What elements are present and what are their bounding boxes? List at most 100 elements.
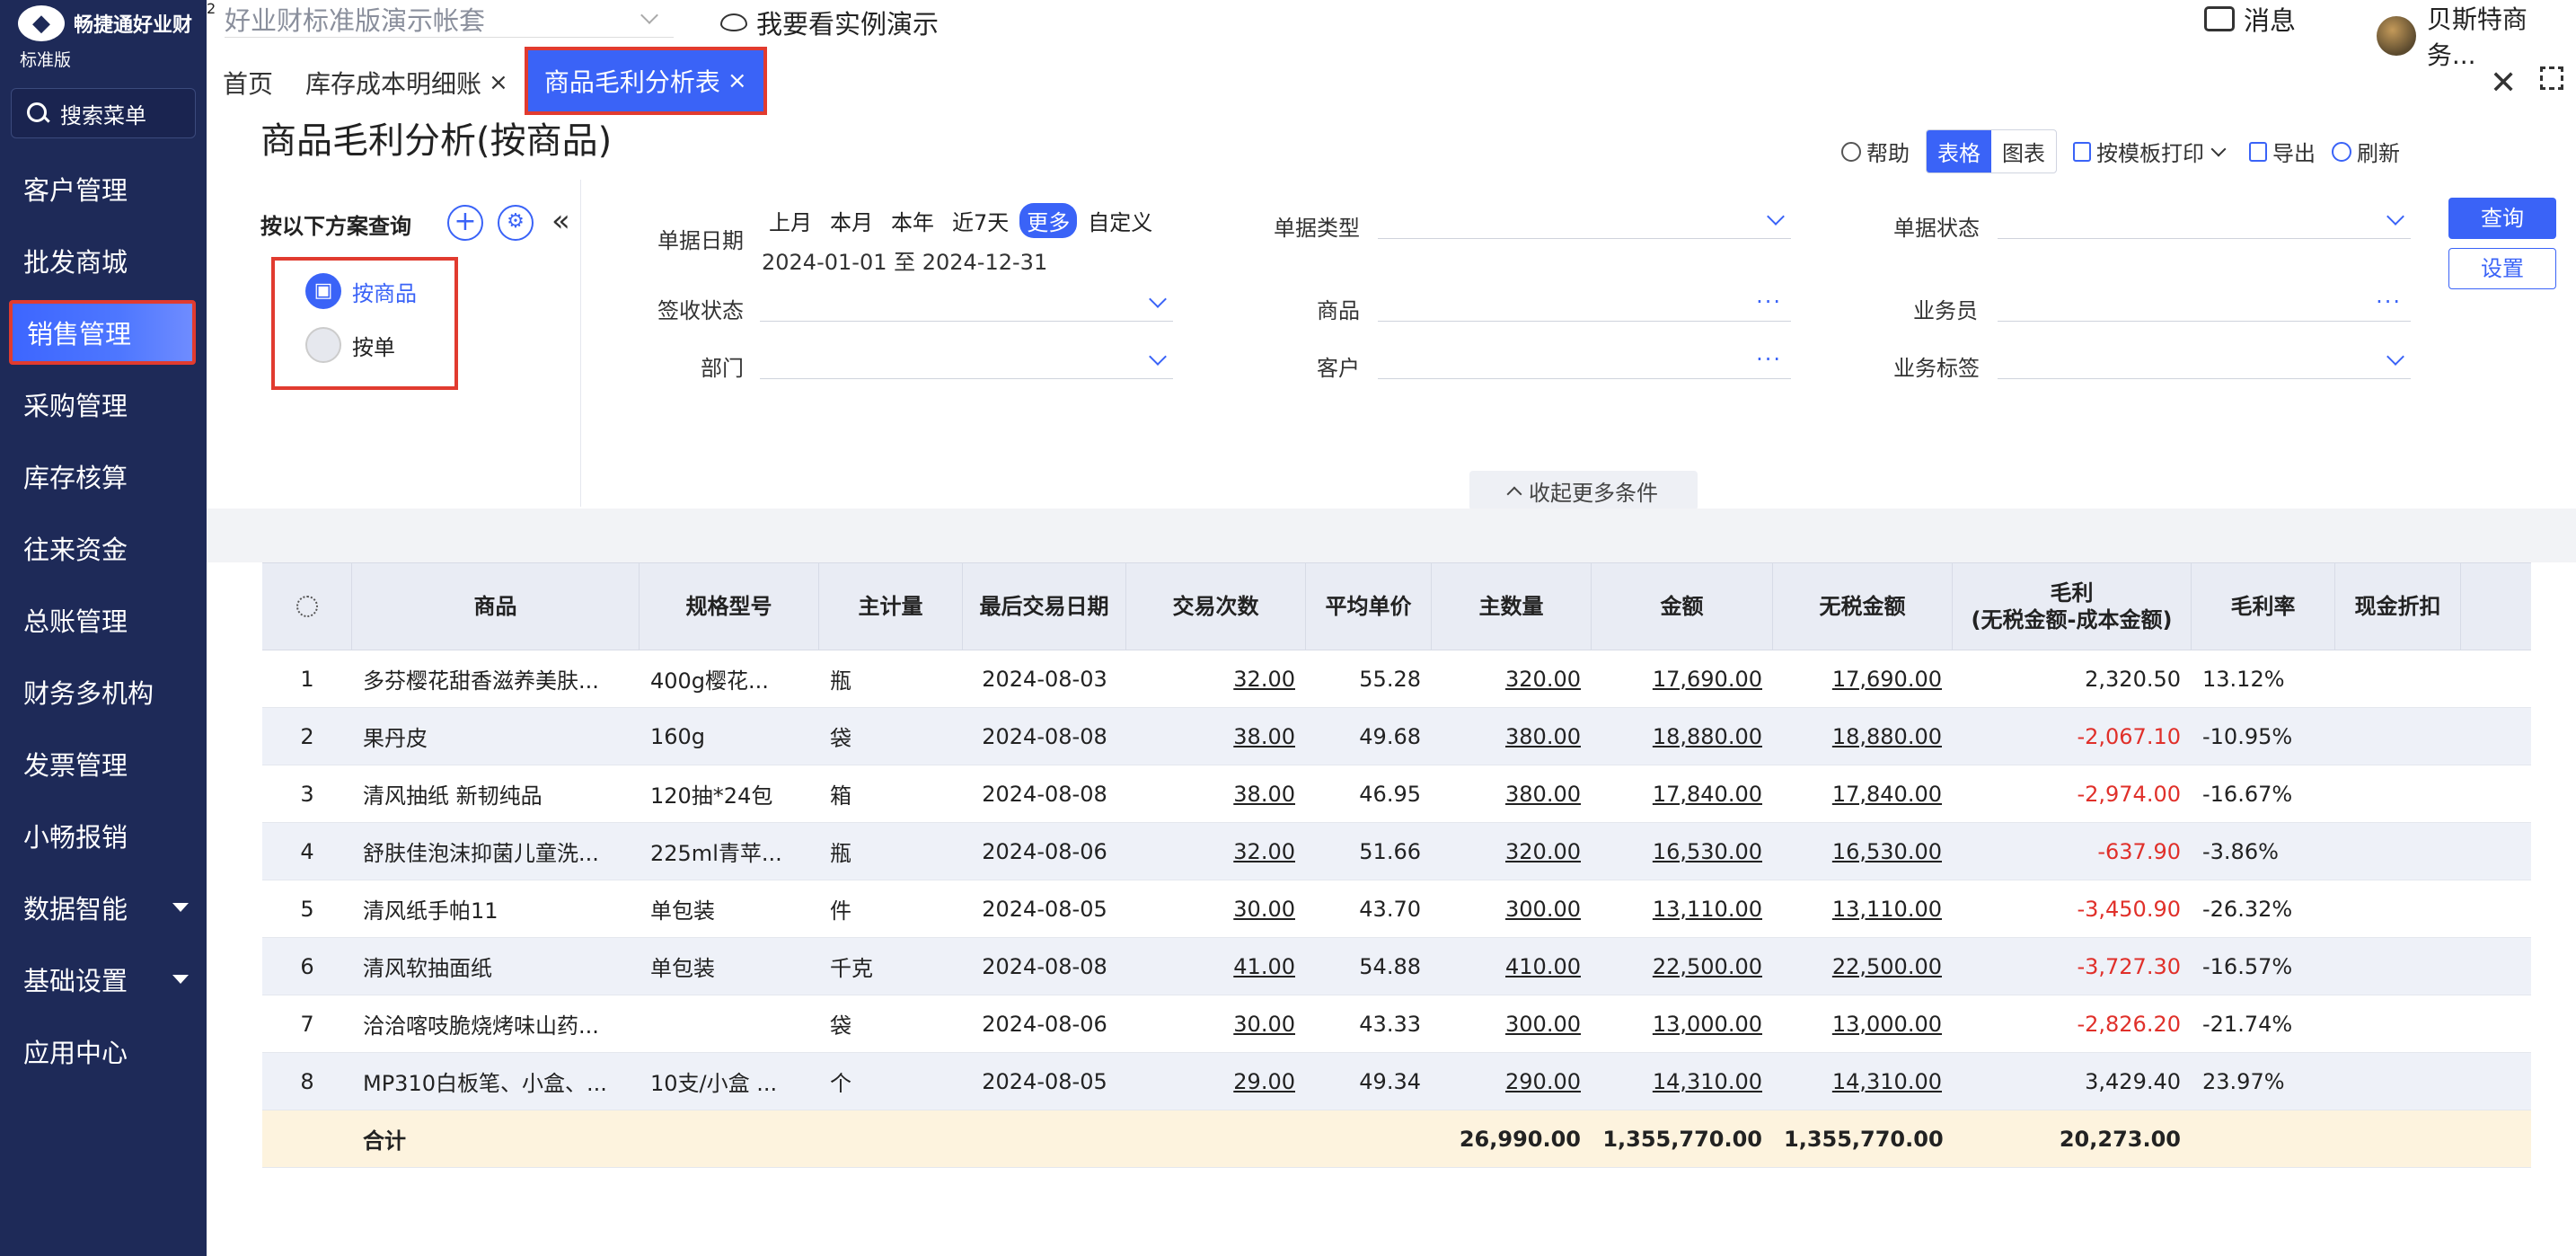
cell-amount[interactable]: 14,310.00 [1653,1069,1762,1094]
view-table-button[interactable]: 表格 [1927,130,1991,172]
doc-type-select[interactable] [1378,203,1791,239]
scheme-settings-button[interactable]: ⚙ [498,205,534,241]
column-header[interactable]: 现金折扣 [2335,563,2461,650]
print-button[interactable]: 按模板打印 [2073,136,2233,167]
cell-qty[interactable]: 380.00 [1505,782,1581,807]
table-row[interactable]: 4 舒肤佳泡沫抑菌儿童洗... 225ml青苹... 瓶 2024-08-06 32.00… [262,823,2531,880]
cell-qty[interactable]: 300.00 [1505,1012,1581,1037]
cell-count[interactable]: 29.00 [1233,1069,1295,1094]
sidebar-item[interactable]: 应用中心 [0,1015,207,1087]
column-settings[interactable] [262,563,352,650]
sidebar-item[interactable]: 销售管理 [9,300,196,365]
cell-count[interactable]: 41.00 [1233,954,1295,979]
view-chart-button[interactable]: 图表 [1991,130,2056,172]
column-header[interactable]: 平均单价 [1306,563,1432,650]
date-quick-option[interactable]: 本年 [884,203,941,238]
sidebar-item[interactable]: 批发商城 [0,225,207,296]
query-button[interactable]: 查询 [2448,198,2556,239]
settings-button[interactable]: 设置 [2448,248,2556,289]
cell-qty[interactable]: 300.00 [1505,897,1581,922]
tab[interactable]: 库存成本明细账 × [289,57,525,108]
biz-tag-select[interactable] [1998,343,2411,379]
column-header[interactable]: 交易次数 [1126,563,1306,650]
chevron-down-icon[interactable] [2210,141,2227,156]
column-header[interactable]: 主计量 [819,563,963,650]
sidebar-item[interactable]: 总账管理 [0,584,207,656]
table-row[interactable]: 8 MP310白板笔、小盒、... 10支/小盒 ... 个 2024-08-05 29.… [262,1053,2531,1110]
sidebar-item[interactable]: 小畅报销 [0,800,207,871]
column-header[interactable]: 金额 [1592,563,1773,650]
close-icon[interactable]: ✕ [2490,65,2517,102]
sidebar-item[interactable]: 财务多机构 [0,656,207,728]
cell-count[interactable]: 38.00 [1233,724,1295,749]
cell-count[interactable]: 32.00 [1233,667,1295,692]
cell-qty[interactable]: 410.00 [1505,954,1581,979]
column-header[interactable]: 毛利 (无税金额-成本金额) [1953,563,2192,650]
table-row[interactable]: 5 清风纸手帕11 单包装 件 2024-08-05 30.00 43.70 300.00 13… [262,880,2531,938]
cell-count[interactable]: 32.00 [1233,839,1295,864]
cell-qty[interactable]: 380.00 [1505,724,1581,749]
doc-status-select[interactable] [1998,203,2411,239]
cell-net[interactable]: 17,690.00 [1832,667,1942,692]
sidebar-item[interactable]: 发票管理 [0,728,207,800]
cell-net[interactable]: 17,840.00 [1832,782,1942,807]
date-quick-option[interactable]: 本月 [823,203,880,238]
cell-net[interactable]: 22,500.00 [1832,954,1942,979]
sidebar-item[interactable]: 采购管理 [0,368,207,440]
tab[interactable]: 商品毛利分析表 × [524,47,767,115]
add-scheme-button[interactable]: + [447,205,483,241]
fullscreen-icon[interactable] [2540,66,2563,90]
help-button[interactable]: 帮助 [1841,136,1910,167]
cell-net[interactable]: 16,530.00 [1832,839,1942,864]
menu-search[interactable]: 搜索菜单 [11,88,196,138]
cell-net[interactable]: 18,880.00 [1832,724,1942,749]
sidebar-item[interactable]: 基础设置 [0,943,207,1015]
cell-amount[interactable]: 17,840.00 [1653,782,1762,807]
table-row[interactable]: 2 果丹皮 160g 袋 2024-08-08 38.00 49.68 380.00 18,88… [262,708,2531,765]
table-row[interactable]: 1 多芬樱花甜香滋养美肤... 400g樱花... 瓶 2024-08-03 32.00 5… [262,650,2531,708]
column-header[interactable]: 毛利率 [2192,563,2335,650]
column-header[interactable]: 商品 [352,563,640,650]
sidebar-item[interactable]: 数据智能 [0,871,207,943]
date-quick-option[interactable]: 上月 [762,203,819,238]
cell-net[interactable]: 13,110.00 [1832,897,1942,922]
cell-net[interactable]: 13,000.00 [1832,1012,1942,1037]
cell-net[interactable]: 14,310.00 [1832,1069,1942,1094]
table-row[interactable]: 7 洽洽喀吱脆烧烤味山药... 袋 2024-08-06 30.00 43.33 300.0… [262,995,2531,1053]
cell-qty[interactable]: 320.00 [1505,667,1581,692]
cell-amount[interactable]: 17,690.00 [1653,667,1762,692]
collapse-left-icon[interactable]: « [551,203,570,239]
cell-qty[interactable]: 320.00 [1505,839,1581,864]
customer-picker[interactable]: ··· [1378,343,1791,379]
column-header[interactable]: 最后交易日期 [963,563,1126,650]
scheme-item-by-doc[interactable]: 按单 [305,327,395,363]
column-header[interactable]: 主数量 [1432,563,1592,650]
cell-amount[interactable]: 13,110.00 [1653,897,1762,922]
salesman-picker[interactable]: ··· [1998,286,2411,322]
sidebar-item[interactable]: 库存核算 [0,440,207,512]
sidebar-item[interactable]: 客户管理 [0,153,207,225]
cell-amount[interactable]: 16,530.00 [1653,839,1762,864]
scheme-item-by-product[interactable]: ▣ 按商品 [305,273,417,309]
dept-select[interactable] [760,343,1173,379]
refresh-button[interactable]: 刷新 [2332,136,2400,167]
export-button[interactable]: 导出 [2249,136,2316,167]
date-quick-option[interactable]: 近7天 [945,203,1016,238]
tab-close-icon[interactable]: × [489,69,508,96]
cell-count[interactable]: 30.00 [1233,1012,1295,1037]
column-header[interactable]: 无税金额 [1773,563,1953,650]
collapse-more-button[interactable]: 收起更多条件 [1469,471,1698,510]
demo-link[interactable]: 我要看实例演示 [720,4,939,41]
tab-close-icon[interactable]: × [728,67,747,94]
messages-button[interactable]: 消息 [2204,0,2296,38]
cell-amount[interactable]: 22,500.00 [1653,954,1762,979]
cell-amount[interactable]: 13,000.00 [1653,1012,1762,1037]
table-row[interactable]: 3 清风抽纸 新韧纯品 120抽*24包 箱 2024-08-08 38.00 46.95 3… [262,765,2531,823]
date-quick-option[interactable]: 更多 [1019,203,1078,238]
date-range-value[interactable]: 2024-01-01 至 2024-12-31 [762,244,1047,276]
cell-qty[interactable]: 290.00 [1505,1069,1581,1094]
sign-status-select[interactable] [760,286,1173,322]
cell-count[interactable]: 38.00 [1233,782,1295,807]
cell-amount[interactable]: 18,880.00 [1653,724,1762,749]
account-selector[interactable]: 好业财标准版演示帐套 [225,0,674,38]
